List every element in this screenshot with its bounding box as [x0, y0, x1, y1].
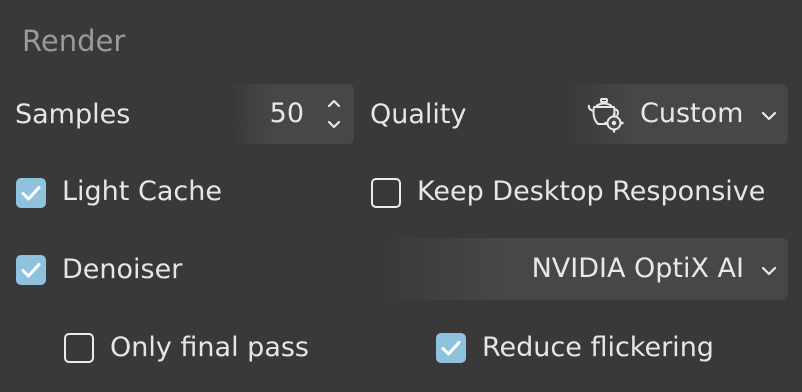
keep-desktop-responsive-checkbox[interactable]	[371, 178, 401, 208]
checkmark-icon	[441, 341, 461, 356]
chevron-down-icon[interactable]	[760, 263, 778, 277]
denoiser-dropdown[interactable]: NVIDIA OptiX AI	[380, 238, 788, 300]
light-cache-label[interactable]: Light Cache	[62, 174, 222, 210]
quality-label: Quality	[370, 99, 467, 130]
reduce-flickering-label[interactable]: Reduce flickering	[482, 330, 714, 366]
denoiser-checkbox[interactable]	[16, 255, 46, 285]
spin-up-icon[interactable]	[324, 92, 344, 114]
chevron-down-icon[interactable]	[760, 108, 778, 122]
checkmark-icon	[21, 263, 41, 278]
section-title: Render	[22, 24, 126, 58]
reduce-flickering-checkbox[interactable]	[436, 333, 466, 363]
denoiser-selected[interactable]: NVIDIA OptiX AI	[532, 251, 744, 287]
quality-selected[interactable]: Custom	[640, 96, 743, 132]
denoiser-label[interactable]: Denoiser	[62, 252, 182, 288]
render-settings-panel: Render Samples 50 Quality Custom Light C…	[0, 0, 802, 392]
spin-down-icon[interactable]	[324, 114, 344, 136]
samples-value[interactable]: 50	[270, 96, 304, 132]
light-cache-checkbox[interactable]	[16, 178, 46, 208]
only-final-pass-label[interactable]: Only final pass	[110, 330, 309, 366]
teapot-gear-icon	[586, 96, 626, 134]
quality-dropdown[interactable]: Custom	[566, 84, 788, 144]
checkmark-icon	[21, 186, 41, 201]
samples-label: Samples	[15, 99, 131, 130]
samples-spinbox[interactable]: 50	[230, 84, 354, 144]
keep-desktop-responsive-label[interactable]: Keep Desktop Responsive	[417, 174, 765, 210]
only-final-pass-checkbox[interactable]	[64, 333, 94, 363]
